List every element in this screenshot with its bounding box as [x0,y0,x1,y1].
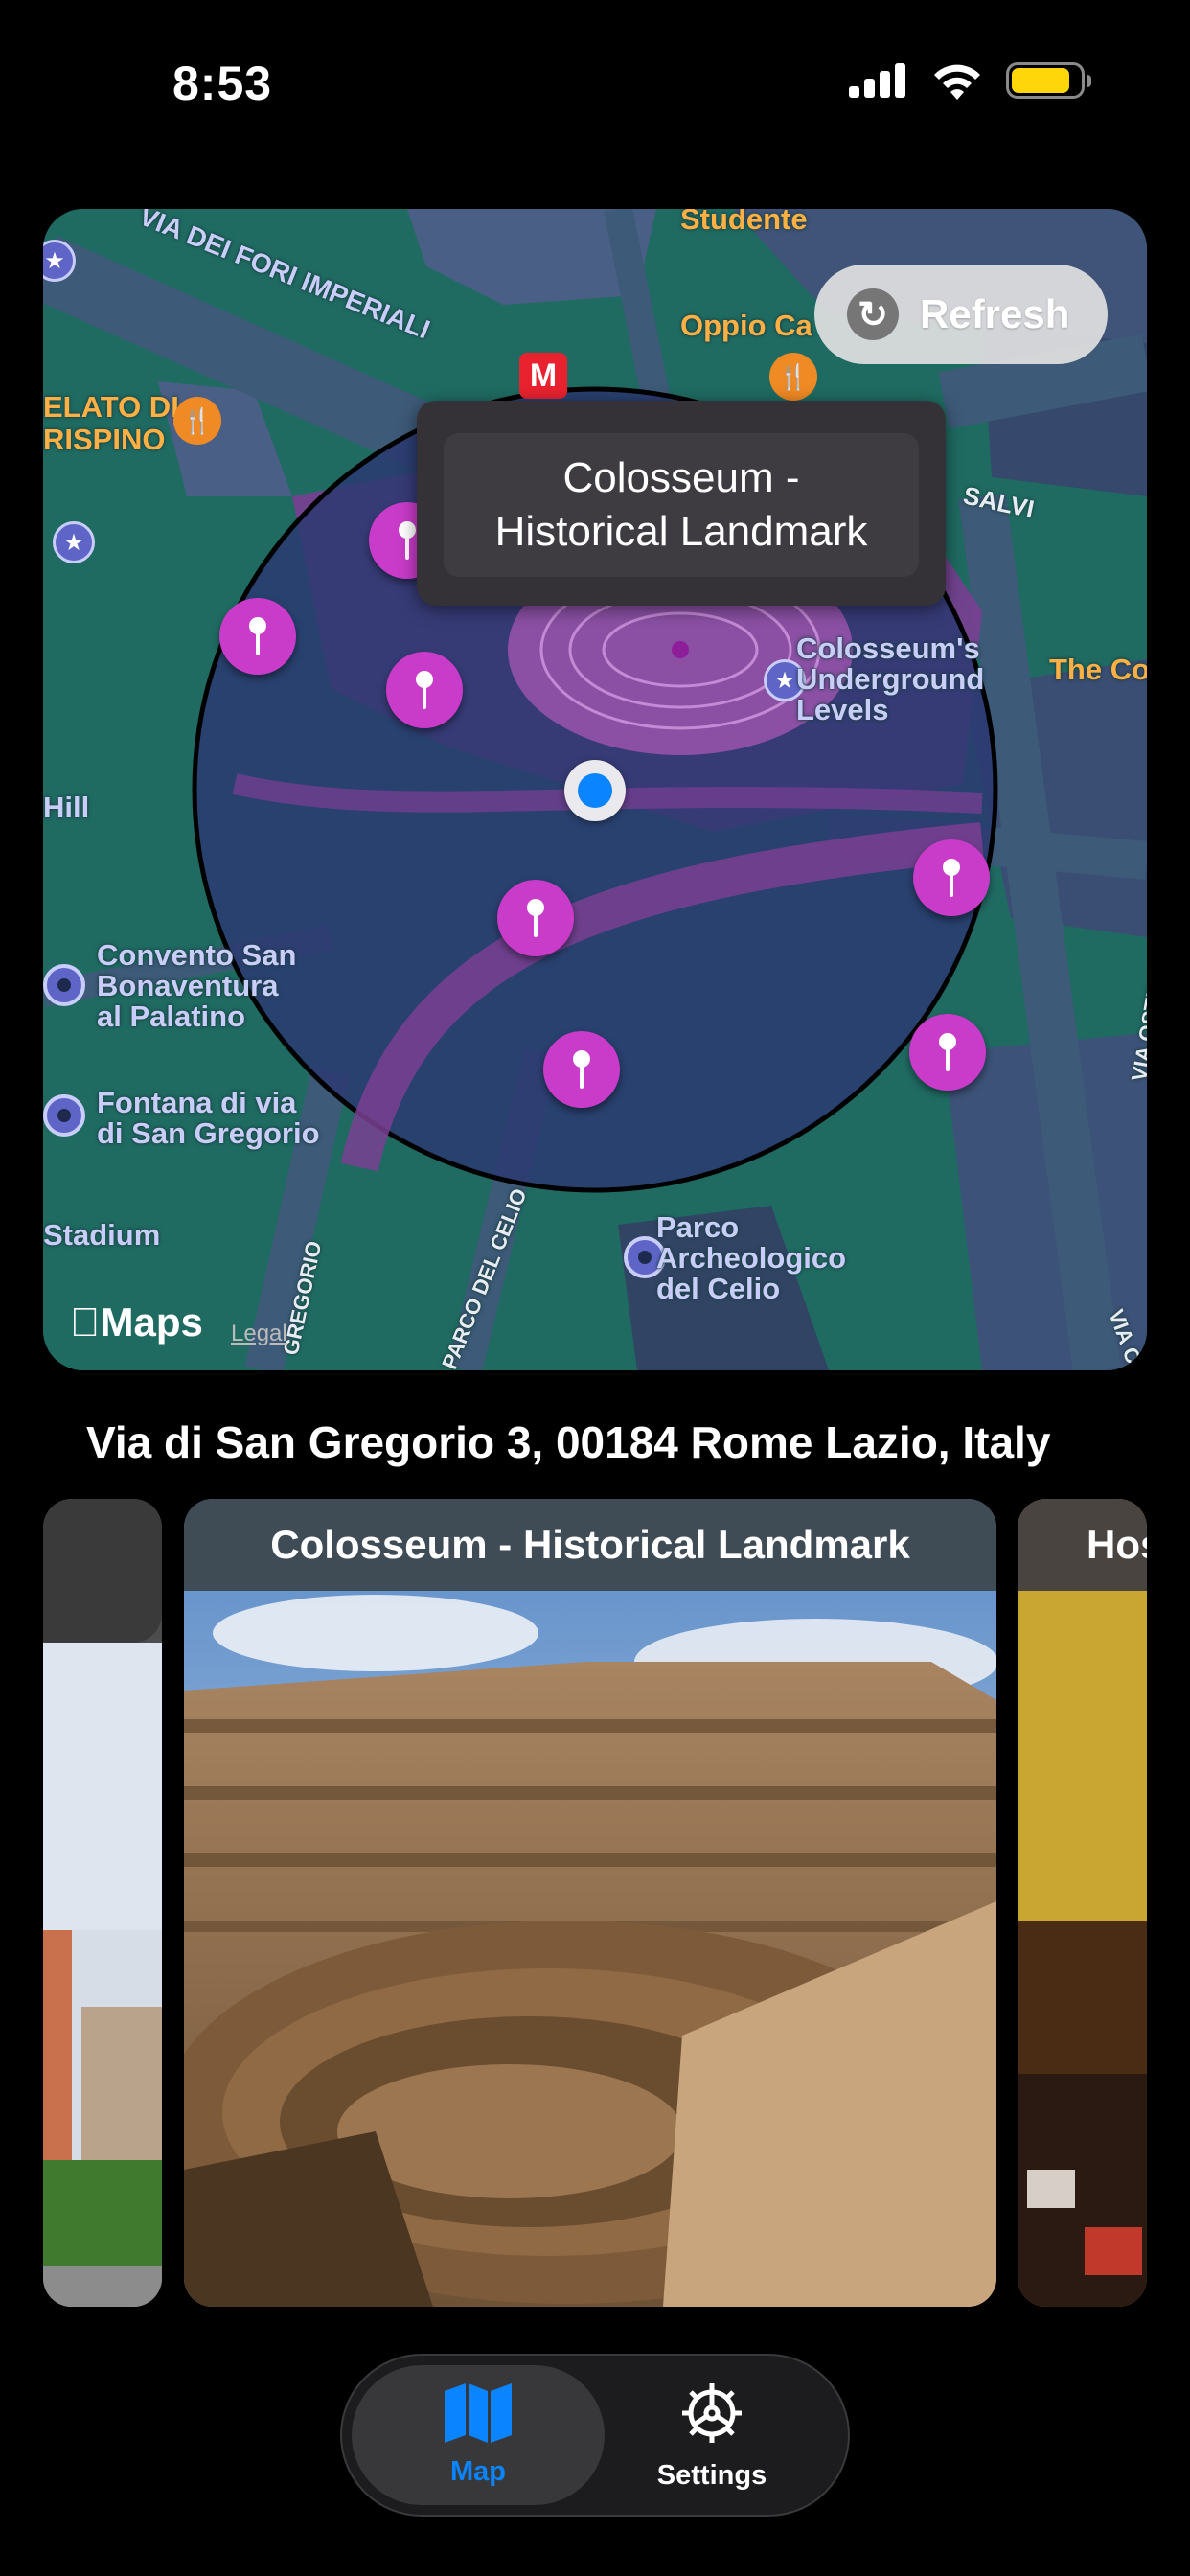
poi-label-studente: Studente [680,209,808,236]
poi-label-the-co: The Co [1049,653,1147,686]
map-pin-head [497,880,574,956]
tab-bar: Map Settings [340,2354,850,2517]
svg-text:M: M [530,357,557,394]
poi-label-colosseum-underground-1: Colosseum's [796,632,980,665]
place-icon[interactable] [43,964,85,1006]
map-view[interactable]: M VIA DEI FORI IMPERIALI Studente Oppio … [43,209,1147,1370]
maps-attribution-text: Maps [70,1300,203,1345]
map-pin-icon[interactable] [386,652,463,728]
place-card-next[interactable]: Hos [1018,1499,1147,2307]
gear-icon [682,2382,742,2443]
poi-label-convento-2: Bonaventura [97,969,279,1002]
tab-map[interactable]: Map [352,2365,605,2505]
battery-level [1012,68,1069,93]
callout-title-line1: Colosseum - [562,454,800,501]
place-photo [1018,1499,1147,2307]
signal-icon [849,63,905,98]
refresh-icon: ↻ [847,288,899,340]
place-callout[interactable]: Colosseum - Historical Landmark [417,401,946,606]
tab-settings[interactable]: Settings [585,2365,838,2505]
poi-label-convento-3: al Palatino [97,1000,246,1033]
poi-label-oppio: Oppio Ca [680,309,812,342]
poi-label-gelato-2: RISPINO [43,423,166,456]
map-pin-head [543,1031,620,1108]
map-pin-icon[interactable] [543,1031,620,1108]
maps-attribution: Maps [70,1300,203,1346]
battery-icon [1006,62,1091,99]
place-photo [43,1643,162,2307]
poi-label-parco-3: del Celio [656,1272,781,1305]
place-card-previous[interactable] [43,1499,162,2307]
status-time: 8:53 [172,57,273,110]
map-pin-head [386,652,463,728]
poi-label-parco-2: Archeologico [656,1241,847,1275]
map-pin-head [913,840,990,916]
card-header [43,1499,162,1643]
tab-map-label: Map [450,2455,506,2487]
poi-label-convento-1: Convento San [97,938,297,972]
poi-label-stadium: Stadium [43,1218,161,1252]
place-card-colosseum[interactable]: Colosseum - Historical Landmark [184,1499,996,2307]
wifi-icon [934,64,980,100]
fountain-icon[interactable] [43,1094,85,1137]
apple-logo-icon:  [70,1300,101,1345]
status-icons [849,61,1091,100]
map-icon [445,2382,512,2443]
map-pin-icon[interactable] [497,880,574,956]
callout-title-line2: Historical Landmark [494,508,868,555]
map-pin-icon[interactable] [913,840,990,916]
map-pin-head [909,1014,986,1091]
star-icon[interactable]: ★ [53,521,95,564]
poi-label-colosseum-underground-2: Underground [796,662,985,696]
status-bar: 8:53 [0,0,1190,172]
poi-label-fontana-2: di San Gregorio [97,1116,320,1150]
place-photo [184,1499,996,2307]
restaurant-icon[interactable]: 🍴 [769,353,817,401]
restaurant-icon[interactable]: 🍴 [173,397,221,445]
address-text: Via di San Gregorio 3, 00184 Rome Lazio,… [86,1417,1051,1467]
map-pin-icon[interactable] [909,1014,986,1091]
poi-label-gelato-1: ELATO DI [43,390,179,424]
poi-label-parco-1: Parco [656,1210,740,1244]
poi-label-colosseum-underground-3: Levels [796,693,889,726]
user-location-indicator [564,760,626,821]
refresh-label: Refresh [920,291,1070,336]
poi-label-fontana-1: Fontana di via [97,1086,297,1119]
refresh-button[interactable]: ↻ Refresh [814,264,1108,364]
legal-link[interactable]: Legal [231,1321,287,1347]
map-pin-head [219,598,296,675]
callout-title: Colosseum - Historical Landmark [444,433,919,577]
poi-label-hill: Hill [43,791,90,824]
map-pin-icon[interactable] [219,598,296,675]
card-title: Hos [1018,1499,1147,1591]
tab-settings-label: Settings [656,2459,767,2491]
card-title: Colosseum - Historical Landmark [184,1499,996,1591]
